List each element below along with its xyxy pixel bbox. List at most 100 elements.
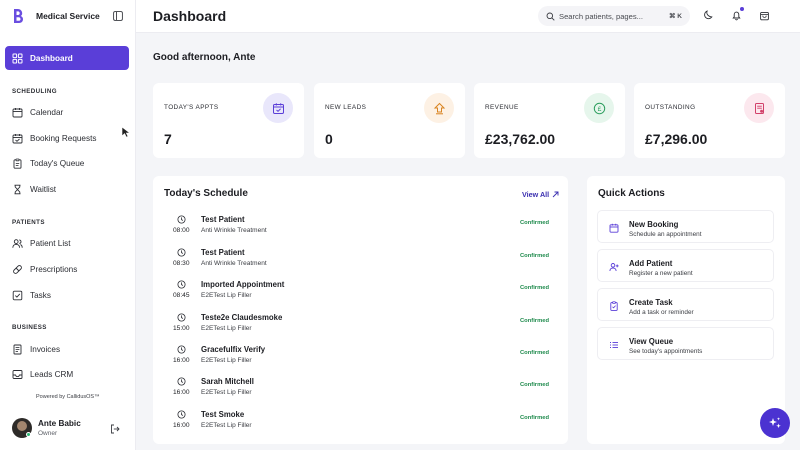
brand[interactable]: Medical Service (12, 8, 100, 24)
inbox-icon (12, 369, 23, 379)
patient-name: Teste2e Claudesmoke (201, 313, 283, 322)
clock-icon (177, 248, 186, 257)
powered-by: Powered by CallidusOS™ (36, 394, 100, 400)
upload-icon (433, 102, 445, 114)
treatment-name: E2ETest Lip Filler (201, 422, 252, 429)
treatment-name: Anti Wrinkle Treatment (201, 227, 267, 234)
table-row[interactable]: 08:30 Test Patient Anti Wrinkle Treatmen… (153, 248, 567, 278)
status-badge: Confirmed (520, 415, 549, 421)
stat-label: NEW LEADS (325, 104, 367, 111)
quick-actions-panel: Quick Actions New Booking Schedule an ap… (587, 176, 785, 444)
stat-value: £23,762.00 (485, 131, 556, 147)
mouse-cursor-icon (121, 126, 131, 138)
sidebar-item-todays-queue[interactable]: Today's Queue (5, 151, 129, 175)
treatment-name: E2ETest Lip Filler (201, 325, 252, 332)
stat-card-todays-appts[interactable]: TODAY'S APPTS 7 (153, 83, 304, 158)
sparkles-icon (769, 417, 781, 429)
svg-text:£: £ (597, 105, 601, 112)
bell-icon[interactable] (731, 10, 742, 21)
quick-action-title: New Booking (629, 220, 679, 229)
page-title: Dashboard (153, 8, 227, 24)
stat-icon-wrap: £ (584, 93, 614, 123)
section-label-business: BUSINESS (12, 324, 47, 331)
online-status-dot (26, 432, 31, 437)
appointment-time: 15:00 (173, 325, 190, 332)
table-row[interactable]: 16:00 Gracefulfix Verify E2ETest Lip Fil… (153, 345, 567, 375)
view-all-link[interactable]: View All (522, 190, 559, 199)
quick-action-subtitle: Schedule an appointment (629, 231, 702, 238)
sidebar-item-dashboard[interactable]: Dashboard (5, 46, 129, 70)
search-icon (546, 12, 555, 21)
calendar-icon (609, 223, 619, 233)
create-task-button[interactable]: Create Task Add a task or reminder (597, 288, 774, 321)
status-badge: Confirmed (520, 318, 549, 324)
clock-icon (177, 410, 186, 419)
status-badge: Confirmed (520, 253, 549, 259)
search-input[interactable]: Search patients, pages... ⌘ K (538, 6, 690, 26)
brand-name: Medical Service (36, 11, 100, 21)
dashboard-icon (12, 53, 23, 63)
quick-action-subtitle: See today's appointments (629, 348, 703, 355)
quick-action-subtitle: Register a new patient (629, 270, 693, 277)
sidebar-item-label: Booking Requests (30, 133, 97, 143)
receipt-icon (754, 102, 764, 114)
pound-coin-icon: £ (593, 102, 605, 114)
sidebar-item-patient-list[interactable]: Patient List (5, 231, 129, 255)
treatment-name: E2ETest Lip Filler (201, 292, 252, 299)
ai-assistant-button[interactable] (760, 408, 790, 438)
appointment-time: 16:00 (173, 357, 190, 364)
clock-icon (177, 345, 186, 354)
search-shortcut: ⌘ K (669, 13, 682, 20)
sidebar-toggle-icon[interactable] (113, 11, 123, 21)
stat-icon-wrap (424, 93, 454, 123)
list-icon (610, 342, 618, 348)
new-booking-button[interactable]: New Booking Schedule an appointment (597, 210, 774, 243)
table-row[interactable]: 15:00 Teste2e Claudesmoke E2ETest Lip Fi… (153, 313, 567, 343)
stat-card-new-leads[interactable]: NEW LEADS 0 (314, 83, 465, 158)
treatment-name: Anti Wrinkle Treatment (201, 260, 267, 267)
section-label-patients: PATIENTS (12, 219, 45, 226)
table-row[interactable]: 08:45 Imported Appointment E2ETest Lip F… (153, 280, 567, 310)
quick-action-title: Create Task (629, 298, 673, 307)
sidebar-item-prescriptions[interactable]: Prescriptions (5, 257, 129, 281)
sidebar-item-label: Dashboard (30, 53, 73, 63)
stat-value: £7,296.00 (645, 131, 708, 147)
view-queue-button[interactable]: View Queue See today's appointments (597, 327, 774, 360)
stat-label: OUTSTANDING (645, 104, 696, 111)
sidebar-item-label: Waitlist (30, 184, 57, 194)
patient-name: Gracefulfix Verify (201, 345, 266, 354)
status-badge: Confirmed (520, 350, 549, 356)
table-row[interactable]: 08:00 Test Patient Anti Wrinkle Treatmen… (153, 215, 567, 245)
stat-value: 7 (164, 131, 172, 147)
stat-card-revenue[interactable]: REVENUE £23,762.00 £ (474, 83, 625, 158)
moon-icon[interactable] (703, 10, 714, 21)
sidebar-item-calendar[interactable]: Calendar (5, 100, 129, 124)
quick-action-subtitle: Add a task or reminder (629, 309, 694, 316)
patient-name: Test Patient (201, 248, 245, 257)
sidebar-item-booking-requests[interactable]: Booking Requests (5, 126, 129, 150)
search-placeholder: Search patients, pages... (559, 11, 644, 21)
logout-icon[interactable] (110, 424, 120, 434)
shopping-bag-icon[interactable] (759, 10, 770, 21)
patient-name: Test Smoke (201, 410, 245, 419)
add-patient-button[interactable]: Add Patient Register a new patient (597, 249, 774, 282)
sidebar: Medical Service Dashboard SCHEDULING Cal… (0, 0, 136, 450)
stat-card-outstanding[interactable]: OUTSTANDING £7,296.00 (634, 83, 785, 158)
sidebar-item-waitlist[interactable]: Waitlist (5, 177, 129, 201)
patient-name: Imported Appointment (201, 280, 285, 289)
stat-value: 0 (325, 131, 333, 147)
user-plus-icon (609, 263, 619, 272)
patient-name: Test Patient (201, 215, 245, 224)
clock-icon (177, 377, 186, 386)
table-row[interactable]: 16:00 Sarah Mitchell E2ETest Lip Filler … (153, 377, 567, 407)
table-row[interactable]: 16:00 Test Smoke E2ETest Lip Filler Conf… (153, 410, 567, 440)
user-profile[interactable]: Ante Babic Owner (12, 418, 81, 438)
appointment-time: 08:00 (173, 227, 190, 234)
sidebar-item-tasks[interactable]: Tasks (5, 283, 129, 307)
sidebar-item-invoices[interactable]: Invoices (5, 337, 129, 361)
sidebar-item-leads-crm[interactable]: Leads CRM (5, 362, 129, 386)
view-all-label: View All (522, 190, 550, 199)
stat-label: REVENUE (485, 104, 519, 111)
section-label-scheduling: SCHEDULING (12, 88, 57, 95)
clock-icon (177, 280, 186, 289)
